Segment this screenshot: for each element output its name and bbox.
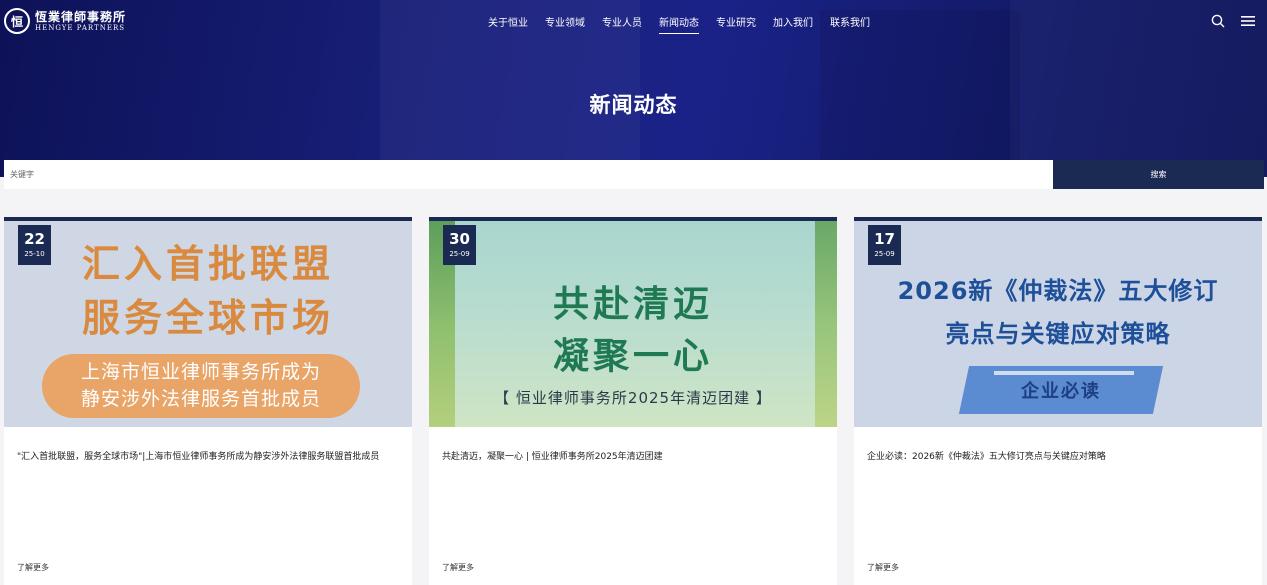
nav-item-about[interactable]: 关于恒业: [488, 14, 528, 34]
image-caption-pill: 上海市恒业律师事务所成为 静安涉外法律服务首批成员: [42, 354, 360, 418]
date-badge: 30 25-09: [443, 225, 476, 265]
image-headline: 共赴清迈: [552, 284, 713, 325]
date-day: 30: [449, 230, 470, 248]
search-bar: 搜索: [4, 160, 1264, 189]
learn-more-link[interactable]: 了解更多: [867, 562, 899, 573]
news-card[interactable]: 共赴清迈 凝聚一心 【 恒业律师事务所2025年清迈团建 】 30 25-09 …: [429, 217, 837, 585]
image-headline: 2026新《仲裁法》五大修订: [897, 277, 1219, 305]
main-nav: 关于恒业 专业领域 专业人员 新闻动态 专业研究 加入我们 联系我们: [488, 14, 887, 34]
date-year-month: 25-09: [874, 250, 895, 258]
image-headline: 凝聚一心: [552, 336, 713, 377]
news-card-image[interactable]: 共赴清迈 凝聚一心 【 恒业律师事务所2025年清迈团建 】: [429, 221, 837, 427]
news-card[interactable]: 汇入首批联盟 服务全球市场 上海市恒业律师事务所成为 静安涉外法律服务首批成员 …: [4, 217, 412, 585]
date-day: 17: [874, 230, 895, 248]
search-input[interactable]: [4, 160, 1053, 189]
news-card-title[interactable]: "汇入首批联盟，服务全球市场"|上海市恒业律师事务所成为静安涉外法律服务联盟首批…: [17, 448, 399, 466]
site-logo[interactable]: 恒 恆業律師事務所 HENGYE PARTNERS: [4, 8, 126, 34]
logo-mark-icon: 恒: [4, 8, 30, 34]
date-badge: 22 25-10: [18, 225, 51, 265]
date-year-month: 25-09: [449, 250, 470, 258]
image-headline: 亮点与关键应对策略: [945, 320, 1171, 348]
logo-name-cn: 恆業律師事務所: [35, 9, 127, 24]
image-caption: 【 恒业律师事务所2025年清迈团建 】: [494, 389, 772, 407]
learn-more-link[interactable]: 了解更多: [17, 562, 49, 573]
image-tag-label: 企业必读: [1021, 381, 1101, 402]
hamburger-menu-icon[interactable]: [1241, 15, 1255, 27]
date-year-month: 25-10: [24, 250, 45, 258]
nav-item-practice-areas[interactable]: 专业领域: [545, 14, 585, 34]
news-card-title[interactable]: 共赴清迈，凝聚一心 | 恒业律师事务所2025年清迈团建: [442, 448, 824, 466]
news-card-image[interactable]: 2026新《仲裁法》五大修订 亮点与关键应对策略 企业必读: [854, 221, 1262, 427]
tag-decoration: [994, 371, 1134, 375]
nav-item-contact[interactable]: 联系我们: [830, 14, 870, 34]
nav-item-research[interactable]: 专业研究: [716, 14, 756, 34]
news-card-image[interactable]: 汇入首批联盟 服务全球市场 上海市恒业律师事务所成为 静安涉外法律服务首批成员: [4, 221, 412, 427]
news-card[interactable]: 2026新《仲裁法》五大修订 亮点与关键应对策略 企业必读 17 25-09 企…: [854, 217, 1262, 585]
image-headline: 服务全球市场: [81, 296, 334, 340]
nav-item-professionals[interactable]: 专业人员: [602, 14, 642, 34]
search-icon[interactable]: [1211, 14, 1225, 28]
nav-item-news[interactable]: 新闻动态: [659, 14, 699, 34]
logo-name-en: HENGYE PARTNERS: [35, 23, 126, 32]
date-badge: 17 25-09: [868, 225, 901, 265]
learn-more-link[interactable]: 了解更多: [442, 562, 474, 573]
image-caption: 静安涉外法律服务首批成员: [80, 388, 321, 410]
hero-banner: 恒 恆業律師事務所 HENGYE PARTNERS 关于恒业 专业领域 专业人员…: [0, 0, 1267, 177]
image-caption: 上海市恒业律师事务所成为: [80, 361, 321, 383]
news-card-title[interactable]: 企业必读：2026新《仲裁法》五大修订亮点与关键应对策略: [867, 448, 1249, 466]
nav-item-join-us[interactable]: 加入我们: [773, 14, 813, 34]
search-button[interactable]: 搜索: [1053, 160, 1264, 189]
date-day: 22: [24, 230, 45, 248]
image-headline: 汇入首批联盟: [81, 242, 334, 286]
page-title: 新闻动态: [589, 93, 678, 117]
